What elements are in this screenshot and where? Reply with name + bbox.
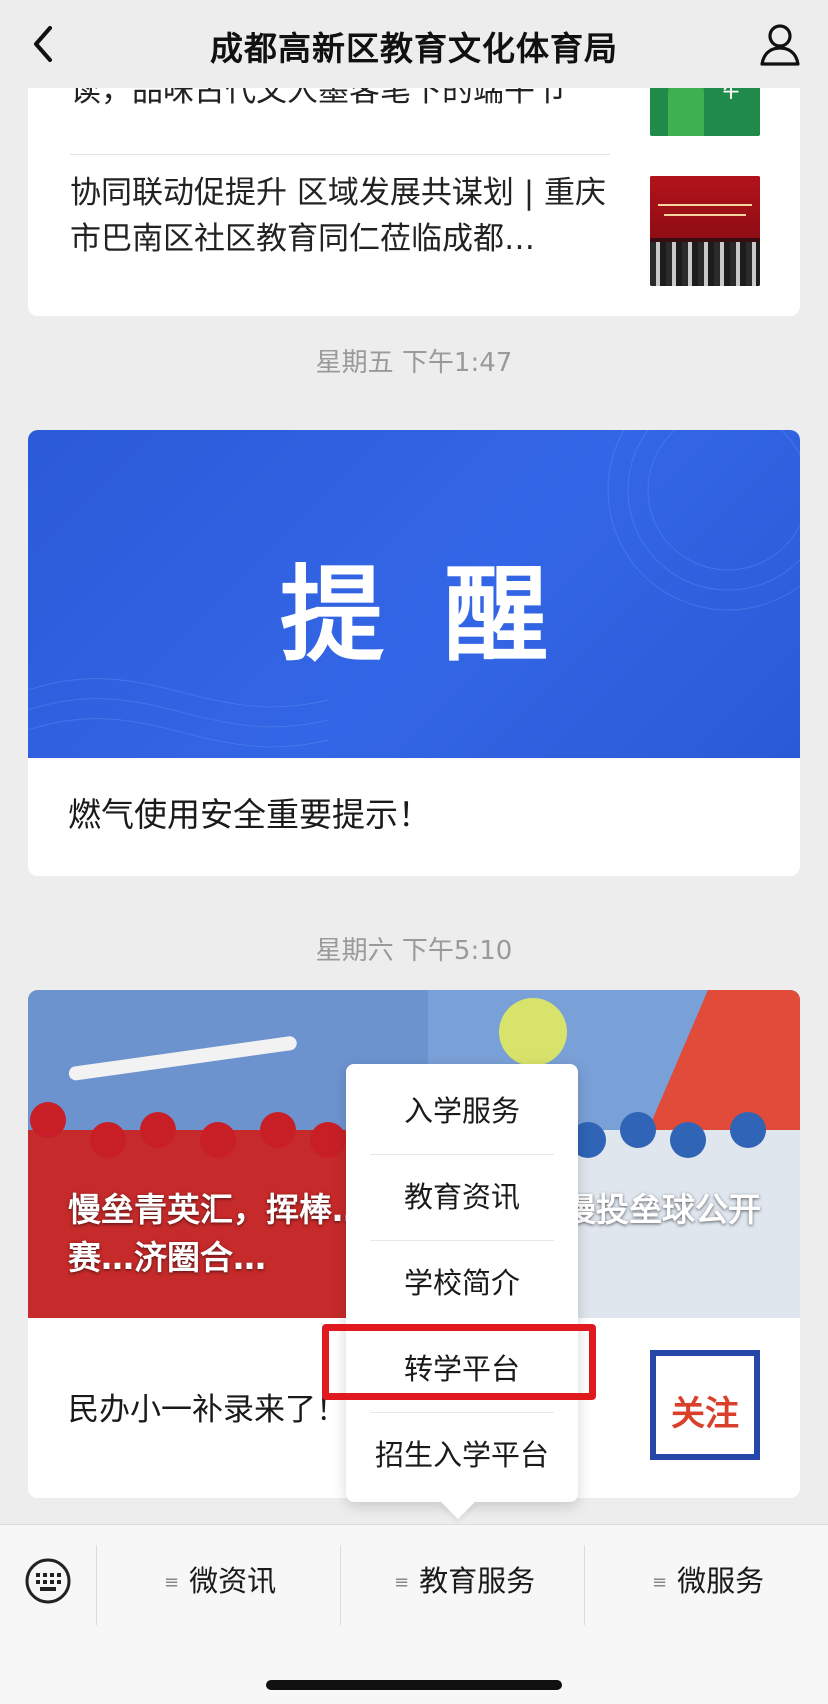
divider	[70, 154, 610, 155]
tab-education-service[interactable]: ≡ 教育服务	[394, 1555, 535, 1607]
menu-lines-icon: ≡	[652, 1572, 668, 1593]
tab-label: 微资讯	[189, 1564, 277, 1598]
menu-lines-icon: ≡	[394, 1572, 410, 1593]
page-title: 成都高新区教育文化体育局	[210, 29, 618, 68]
bottom-menu-bar: ≡ 微资讯 ≡ 教育服务 ≡ 微服务	[0, 1524, 828, 1704]
divider	[584, 1545, 585, 1625]
divider	[340, 1545, 341, 1625]
article-title: 协同联动促提升 区域发展共谋划 | 重庆市巴南区社区教育同仁莅临成都…	[70, 175, 607, 257]
menu-item-admission-platform[interactable]: 招生入学平台	[346, 1412, 578, 1498]
menu-item-enrollment-service[interactable]: 入学服务	[346, 1068, 578, 1154]
menu-item-school-intro[interactable]: 学校简介	[346, 1240, 578, 1326]
home-indicator	[266, 1680, 562, 1690]
profile-icon[interactable]	[756, 20, 804, 68]
dragon-boat-thumbnail[interactable]: 端午	[650, 88, 760, 136]
tab-weixun[interactable]: ≡ 微资讯	[164, 1555, 276, 1607]
article-list-card: 读，品味古代文人墨客笔下的端午节 端午 协同联动促提升 区域发展共谋划 | 重庆…	[28, 88, 800, 316]
timestamp: 星期五 下午1:47	[315, 348, 513, 378]
tab-micro-service[interactable]: ≡ 微服务	[652, 1555, 764, 1607]
tab-label: 微服务	[677, 1564, 765, 1598]
follow-thumbnail[interactable]: 关注	[650, 1350, 760, 1460]
notice-card[interactable]: 提醒 燃气使用安全重要提示！	[28, 430, 800, 876]
article-title: 民办小一补录来了！	[68, 1392, 347, 1428]
tab-label: 教育服务	[419, 1564, 536, 1598]
keyboard-icon[interactable]	[24, 1557, 72, 1605]
notice-caption: 燃气使用安全重要提示！	[68, 795, 431, 834]
timestamp: 星期六 下午5:10	[315, 936, 513, 966]
menu-lines-icon: ≡	[164, 1572, 180, 1593]
thumbnail-label: 端午	[722, 88, 739, 101]
divider	[96, 1545, 97, 1625]
nav-bar: 成都高新区教育文化体育局	[0, 0, 828, 88]
notice-banner[interactable]: 提醒	[28, 430, 800, 758]
article-clipped[interactable]: 读，品味古代文人墨客笔下的端午节	[70, 88, 630, 114]
meeting-thumbnail[interactable]	[650, 176, 760, 286]
service-submenu: 入学服务 教育资讯 学校简介 转学平台 招生入学平台	[346, 1064, 578, 1519]
follow-label: 关注	[671, 1394, 739, 1434]
banner-headline: 提醒	[279, 554, 608, 676]
highlight-box	[322, 1324, 596, 1400]
article-item[interactable]: 协同联动促提升 区域发展共谋划 | 重庆市巴南区社区教育同仁莅临成都…	[70, 170, 630, 262]
menu-item-education-news[interactable]: 教育资讯	[346, 1154, 578, 1240]
article-title: 读，品味古代文人墨客笔下的端午节	[70, 88, 566, 109]
